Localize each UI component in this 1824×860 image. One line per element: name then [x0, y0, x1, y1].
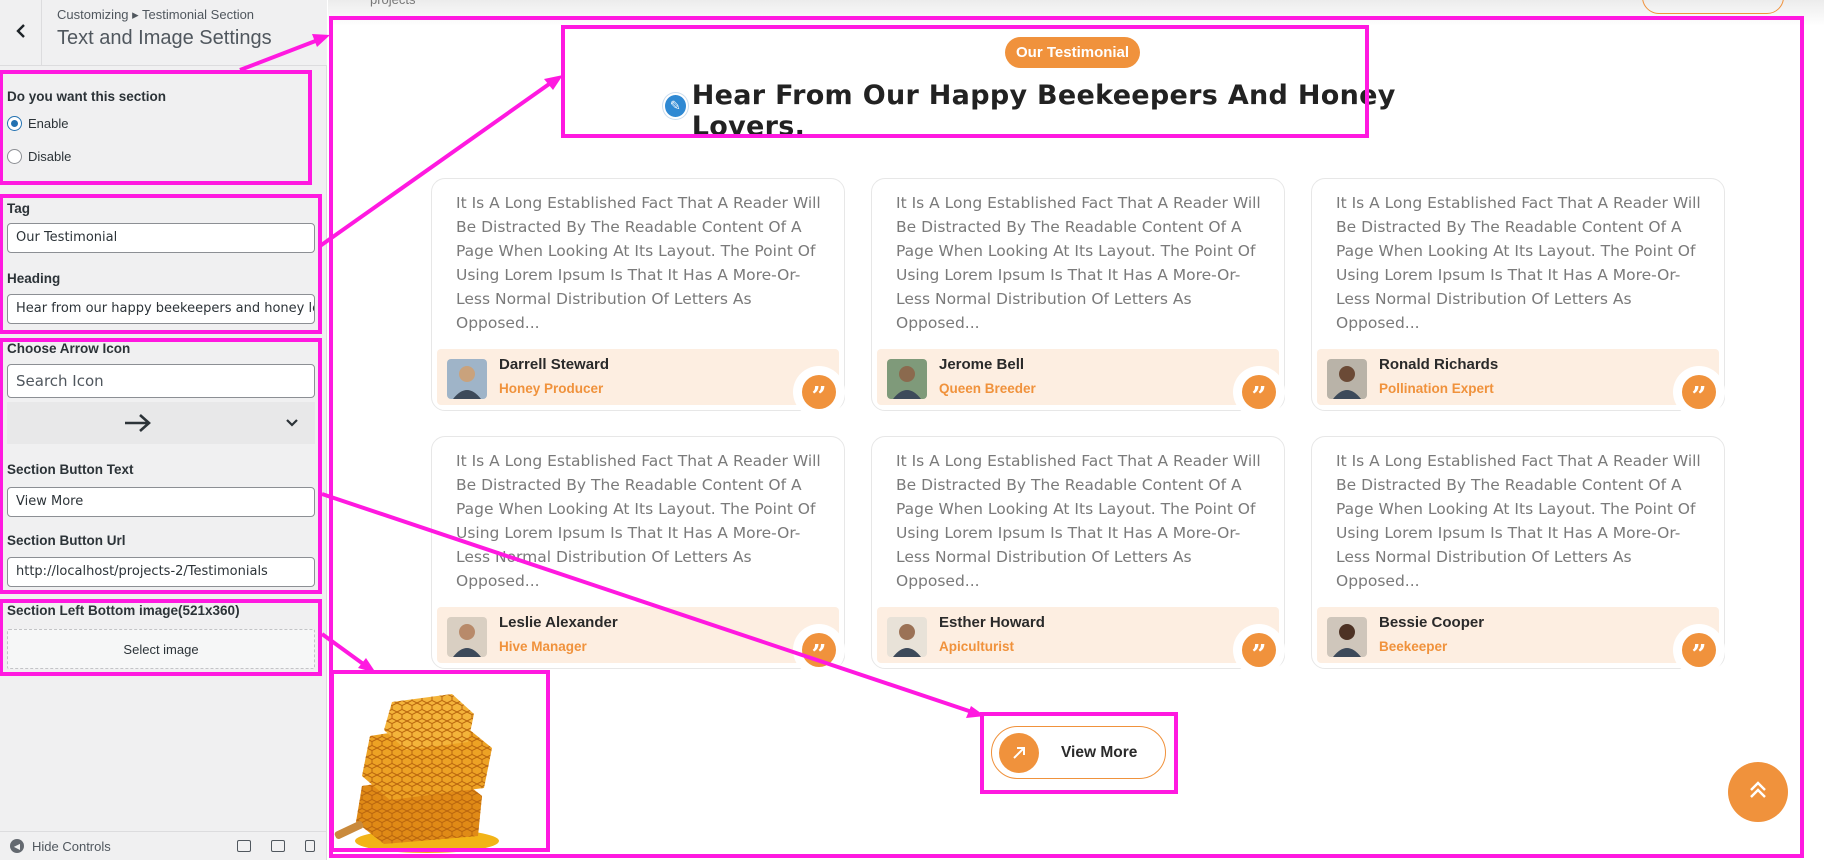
quote-icon: ” [802, 375, 836, 410]
testimonial-card: It Is A Long Established Fact That A Rea… [431, 178, 845, 418]
button-text-label: Section Button Text [7, 462, 134, 477]
testimonial-text: It Is A Long Established Fact That A Rea… [1336, 452, 1701, 590]
button-url-label: Section Button Url [7, 533, 126, 548]
hide-controls-label: Hide Controls [32, 838, 111, 854]
testimonial-name: Jerome Bell [939, 356, 1025, 373]
header-shadow [328, 0, 1824, 26]
honeycomb-image [332, 676, 512, 856]
header-button[interactable] [1642, 0, 1784, 14]
tablet-icon[interactable] [271, 840, 285, 852]
testimonial-author: Ronald Richards Pollination Expert [1317, 349, 1719, 405]
hide-controls-button[interactable]: ◀ Hide Controls [10, 839, 111, 854]
avatar [447, 617, 487, 657]
view-more-button[interactable]: View More [991, 726, 1166, 779]
pencil-edit-icon[interactable]: ✎ [663, 93, 688, 119]
quote-icon: ” [802, 633, 836, 668]
chevron-left-icon [15, 23, 27, 44]
disable-radio[interactable]: Disable [7, 149, 71, 164]
testimonial-text: It Is A Long Established Fact That A Rea… [896, 452, 1261, 590]
testimonial-name: Leslie Alexander [499, 614, 618, 631]
testimonial-text: It Is A Long Established Fact That A Rea… [456, 194, 821, 332]
heading-input[interactable]: Hear from our happy beekeepers and honey… [7, 294, 315, 324]
button-url-input[interactable]: http://localhost/projects-2/Testimonials [7, 557, 315, 587]
testimonial-name: Esther Howard [939, 614, 1045, 631]
customizer-footer: ◀ Hide Controls [0, 831, 327, 860]
avatar [1327, 617, 1367, 657]
quote-badge: ” [1673, 624, 1725, 676]
mobile-icon[interactable] [305, 840, 315, 852]
testimonial-author: Bessie Cooper Beekeeper [1317, 607, 1719, 663]
button-text-input[interactable]: View More [7, 487, 315, 517]
arrow-icon-picker[interactable] [7, 402, 315, 444]
icon-search-input[interactable]: Search Icon [7, 364, 315, 398]
collapse-icon: ◀ [10, 839, 24, 853]
back-button[interactable] [0, 0, 42, 66]
radio-checked-icon[interactable] [7, 116, 22, 131]
arrow-icon-label: Choose Arrow Icon [7, 341, 131, 356]
enable-radio[interactable]: Enable [7, 116, 68, 131]
quote-icon: ” [1682, 375, 1716, 410]
quote-badge: ” [793, 624, 845, 676]
testimonial-name: Bessie Cooper [1379, 614, 1485, 631]
select-image-button[interactable]: Select image [7, 629, 315, 669]
heading-label: Heading [7, 271, 61, 286]
tag-label: Tag [7, 201, 30, 216]
disable-label: Disable [28, 149, 72, 164]
quote-icon: ” [1242, 633, 1276, 668]
testimonial-role: Queen Breeder [939, 381, 1036, 396]
quote-badge: ” [1673, 366, 1725, 418]
panel-title: Text and Image Settings [57, 27, 272, 49]
section-heading: Hear From Our Happy Beekeepers And Honey… [691, 80, 1396, 142]
quote-icon: ” [1242, 375, 1276, 410]
testimonial-author: Esther Howard Apiculturist [877, 607, 1279, 663]
testimonial-author: Darrell Steward Honey Producer [437, 349, 839, 405]
avatar [1327, 359, 1367, 399]
testimonial-role: Hive Manager [499, 639, 587, 654]
avatar [887, 359, 927, 399]
double-chevron-up-icon [1747, 779, 1769, 806]
scroll-to-top-button[interactable] [1728, 762, 1788, 822]
left-image-label: Section Left Bottom image(521x360) [7, 603, 240, 618]
testimonial-text: It Is A Long Established Fact That A Rea… [456, 452, 821, 590]
site-preview: projects Our Testimonial ✎ Hear From Our… [328, 0, 1824, 860]
testimonial-author: Jerome Bell Queen Breeder [877, 349, 1279, 405]
chevron-down-icon[interactable] [269, 419, 315, 427]
testimonial-role: Pollination Expert [1379, 381, 1494, 396]
testimonial-card: It Is A Long Established Fact That A Rea… [871, 178, 1285, 418]
enable-label: Enable [28, 116, 69, 131]
desktop-icon[interactable] [237, 840, 251, 852]
arrow-right-icon [7, 411, 269, 435]
testimonial-name: Ronald Richards [1379, 356, 1499, 373]
customizer-header: Customizing ▸ Testimonial Section Text a… [0, 0, 327, 66]
breadcrumb: Customizing ▸ Testimonial Section [57, 7, 255, 22]
testimonial-role: Apiculturist [939, 639, 1015, 654]
testimonial-role: Beekeeper [1379, 639, 1448, 654]
section-toggle-label: Do you want this section [7, 89, 167, 104]
view-more-label: View More [1061, 743, 1138, 761]
avatar [447, 359, 487, 399]
quote-badge: ” [793, 366, 845, 418]
testimonial-author: Leslie Alexander Hive Manager [437, 607, 839, 663]
nav-link[interactable]: projects [370, 0, 416, 7]
quote-badge: ” [1233, 624, 1285, 676]
section-tag: Our Testimonial [1005, 37, 1141, 68]
testimonial-card: It Is A Long Established Fact That A Rea… [1311, 178, 1725, 418]
testimonial-name: Darrell Steward [499, 356, 610, 373]
customizer-sidebar: Customizing ▸ Testimonial Section Text a… [0, 0, 327, 860]
quote-icon: ” [1682, 633, 1716, 668]
arrow-up-right-icon [999, 732, 1039, 773]
quote-badge: ” [1233, 366, 1285, 418]
testimonial-card: It Is A Long Established Fact That A Rea… [431, 436, 845, 676]
testimonial-card: It Is A Long Established Fact That A Rea… [871, 436, 1285, 676]
radio-unchecked-icon[interactable] [7, 149, 22, 164]
testimonial-card: It Is A Long Established Fact That A Rea… [1311, 436, 1725, 676]
testimonial-role: Honey Producer [499, 381, 604, 396]
testimonial-text: It Is A Long Established Fact That A Rea… [896, 194, 1261, 332]
testimonial-text: It Is A Long Established Fact That A Rea… [1336, 194, 1701, 332]
avatar [887, 617, 927, 657]
tag-input[interactable]: Our Testimonial [7, 223, 315, 253]
section-heading-row: ✎ Hear From Our Happy Beekeepers And Hon… [663, 80, 1471, 142]
